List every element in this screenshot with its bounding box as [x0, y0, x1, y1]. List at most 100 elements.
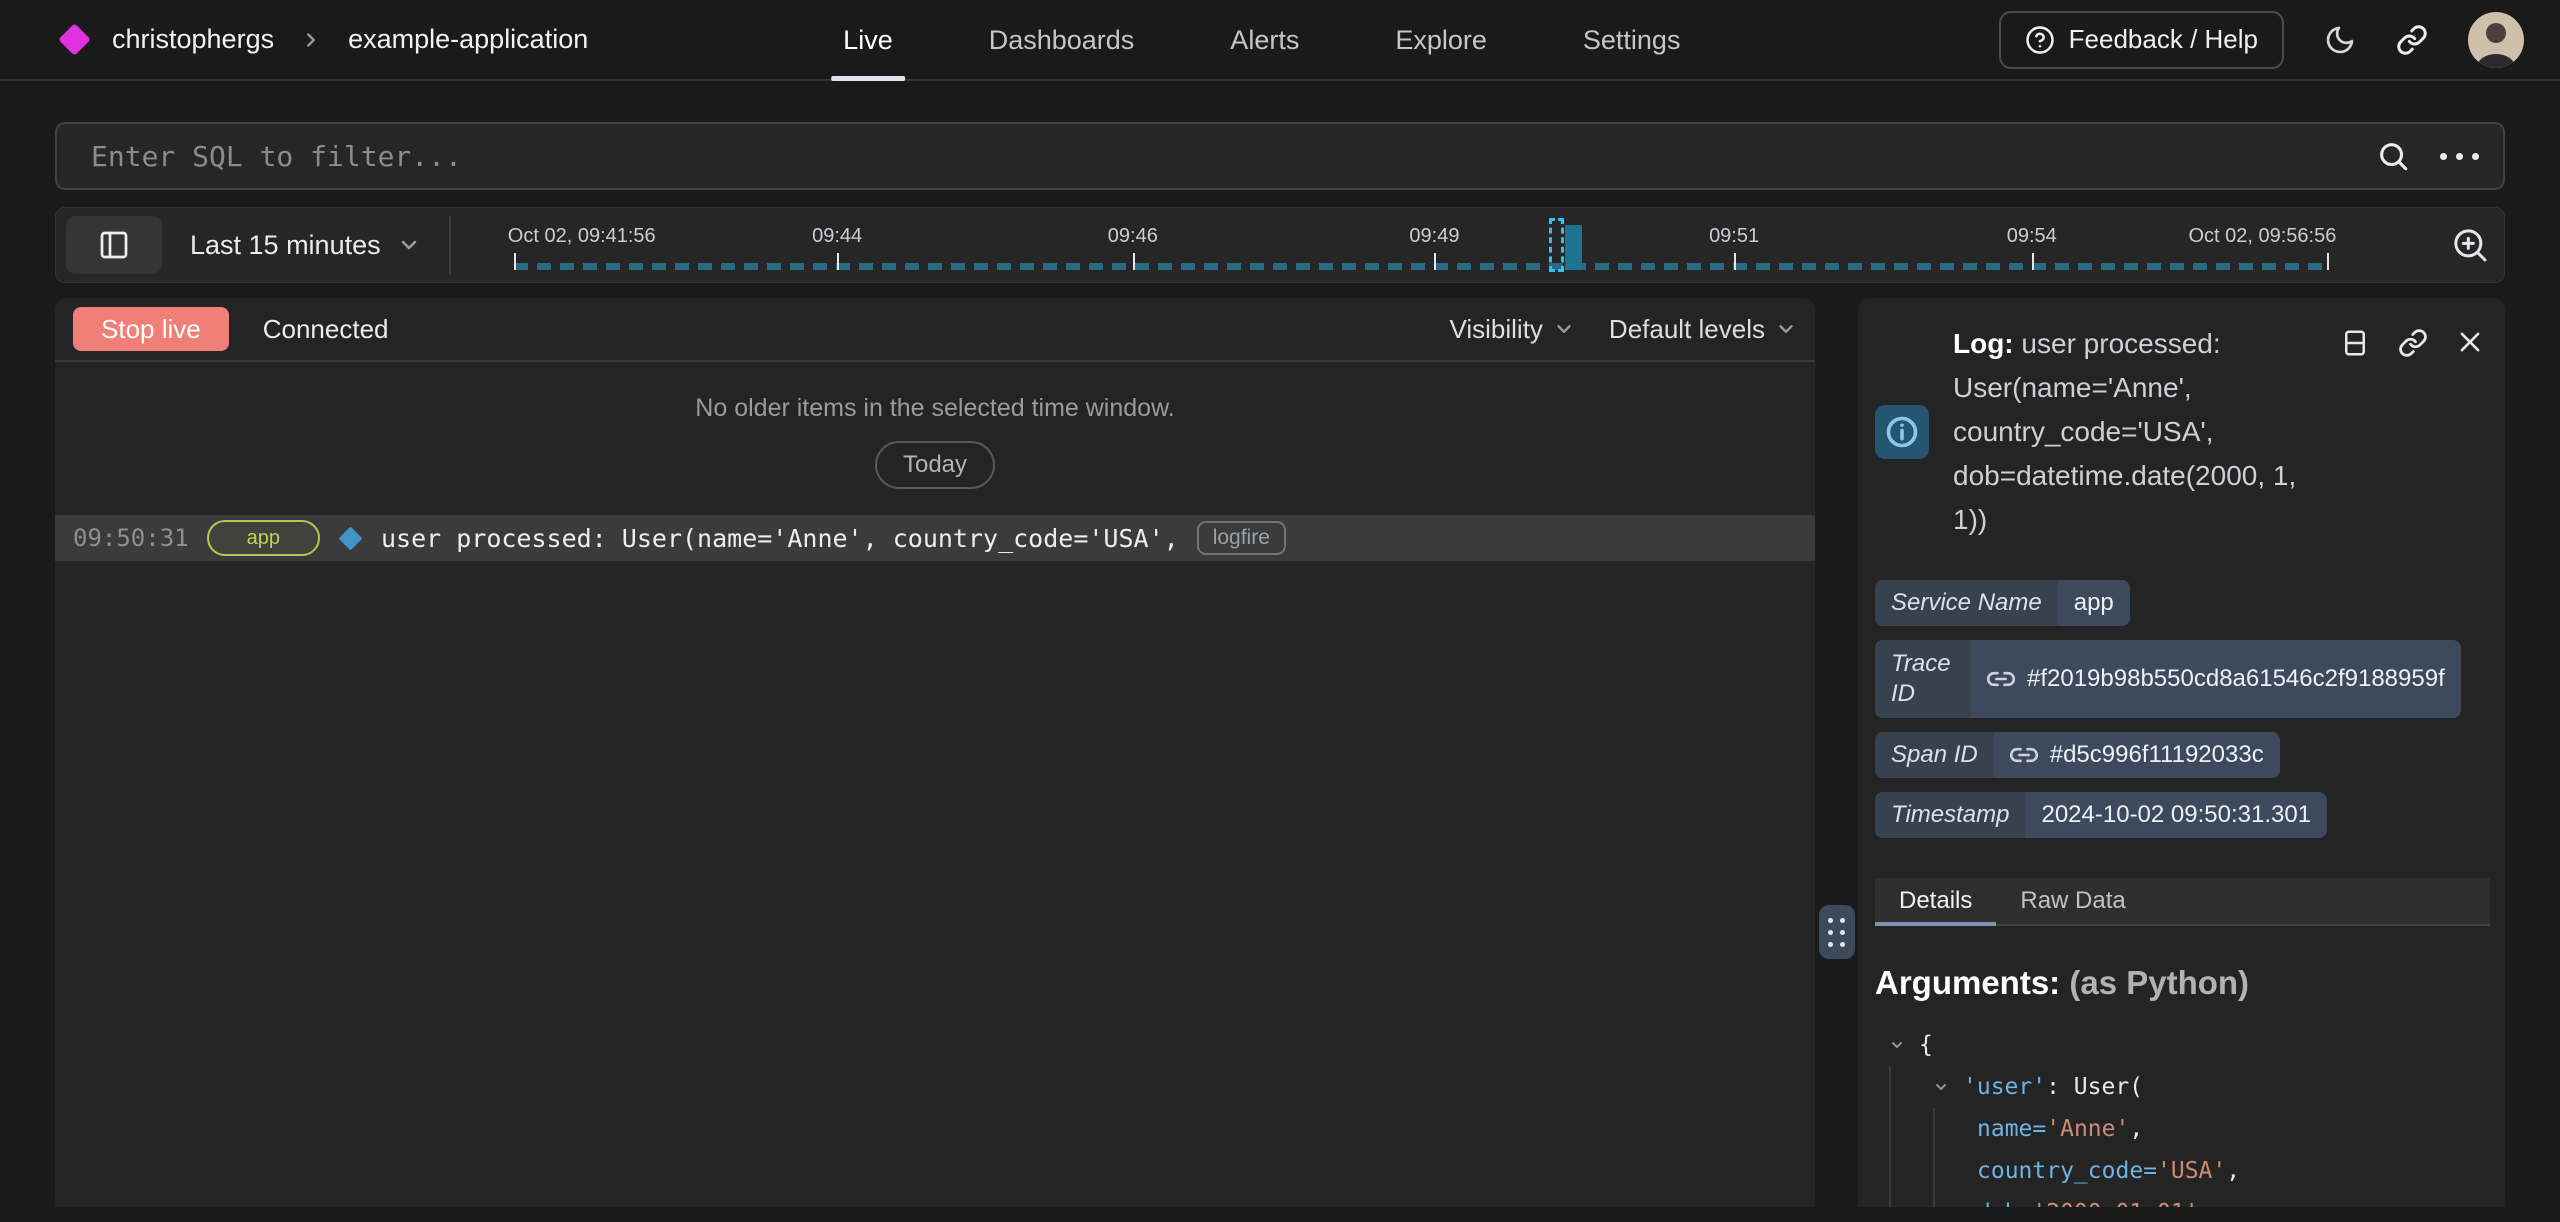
rows-icon[interactable] — [2340, 328, 2370, 358]
log-row[interactable]: 09:50:31 app user processed: User(name='… — [55, 515, 1815, 561]
code-token: dob= — [1977, 1200, 2032, 1207]
more-options-icon[interactable] — [2440, 153, 2479, 160]
detail-header: Log: user processed: User(name='Anne', c… — [1875, 322, 2490, 542]
timeline-plot[interactable]: Oct 02, 09:41:5609:4409:4609:4909:5109:5… — [459, 208, 2430, 282]
attribute-trace-id[interactable]: Trace ID #f2019b98b550cd8a61546c2f918895… — [1875, 640, 2461, 718]
breadcrumb-project[interactable]: example-application — [348, 24, 588, 55]
detail-title-prefix: Log: — [1953, 328, 2014, 359]
nav-tab-settings[interactable]: Settings — [1547, 0, 1717, 81]
close-icon[interactable] — [2456, 328, 2484, 358]
timeline-tick — [1133, 253, 1135, 270]
breadcrumb: christophergs example-application — [57, 24, 588, 55]
zoom-in-button[interactable] — [2450, 225, 2490, 265]
dark-mode-icon — [2324, 24, 2356, 56]
nav-tab-alerts[interactable]: Alerts — [1194, 0, 1335, 81]
avatar-head — [2486, 23, 2506, 43]
chevron-down-icon — [1553, 318, 1575, 340]
code-token: name= — [1977, 1116, 2046, 1142]
nav-tab-live[interactable]: Live — [807, 0, 929, 81]
indent-guide — [1889, 1192, 1933, 1207]
attribute-label: Timestamp — [1875, 792, 2025, 838]
attribute-span-id[interactable]: Span ID #d5c996f11192033c — [1875, 732, 2280, 778]
drag-handle-icon[interactable] — [1819, 905, 1855, 959]
attribute-value-text: #f2019b98b550cd8a61546c2f9188959f — [2027, 665, 2445, 693]
sidebar-toggle-icon — [98, 229, 130, 261]
time-range-label: Last 15 minutes — [190, 230, 381, 261]
code-token: country_code= — [1977, 1158, 2157, 1184]
attribute-value-text: 2024-10-02 09:50:31.301 — [2041, 801, 2311, 829]
attribute-timestamp[interactable]: Timestamp 2024-10-02 09:50:31.301 — [1875, 792, 2327, 838]
indent-guide — [1889, 1108, 1933, 1150]
code-token: '2000-01-01' — [2032, 1200, 2198, 1207]
scope-badge[interactable]: logfire — [1197, 521, 1286, 555]
link-icon[interactable] — [2010, 741, 2038, 769]
search-icon[interactable] — [2376, 139, 2410, 173]
attribute-label: Span ID — [1875, 732, 1994, 778]
user-avatar[interactable] — [2468, 12, 2524, 68]
code-line-4: country_code='USA', — [1875, 1150, 2490, 1192]
main-nav: Live Dashboards Alerts Explore Settings — [807, 0, 1716, 81]
indent-guide — [1933, 1108, 1977, 1150]
code-token: : User( — [2046, 1074, 2143, 1100]
timeline-baseline — [514, 263, 2328, 270]
collapse-caret-icon[interactable] — [1889, 1037, 1919, 1053]
level-diamond-icon — [338, 526, 362, 550]
live-toolbar: Stop live Connected Visibility Default l… — [55, 298, 1815, 362]
detail-header-actions — [2340, 328, 2484, 358]
service-badge[interactable]: app — [207, 520, 320, 556]
today-button[interactable]: Today — [875, 441, 995, 489]
timeline-tick — [514, 253, 516, 270]
sidebar-toggle-button[interactable] — [66, 216, 162, 274]
attribute-service-name[interactable]: Service Name app — [1875, 580, 2130, 626]
dark-mode-toggle[interactable] — [2324, 24, 2356, 56]
breadcrumb-chevron-icon — [300, 29, 322, 51]
attribute-list: Service Name app Trace ID #f2019b98b550cd8… — [1875, 580, 2490, 838]
tab-details[interactable]: Details — [1875, 878, 1996, 924]
indent-guide — [1889, 1066, 1933, 1108]
timeline-tick — [1734, 253, 1736, 270]
attribute-value-text: #d5c996f11192033c — [2050, 741, 2264, 769]
stop-live-button[interactable]: Stop live — [73, 307, 229, 351]
collapse-caret-icon[interactable] — [1933, 1079, 1963, 1095]
timeline-tick-label: 09:51 — [1709, 225, 1759, 248]
share-link-button[interactable] — [2396, 24, 2428, 56]
info-icon — [1875, 405, 1929, 459]
code-line-5: dob='2000-01-01', — [1875, 1192, 2490, 1207]
logfire-logo-icon[interactable] — [58, 23, 91, 56]
feedback-help-button[interactable]: Feedback / Help — [1999, 11, 2284, 69]
link-icon[interactable] — [1987, 665, 2015, 693]
zoom-in-icon — [2450, 225, 2490, 265]
indent-guide — [1889, 1150, 1933, 1192]
content-row: Stop live Connected Visibility Default l… — [55, 298, 2505, 1207]
detail-title-text: user processed: User(name='Anne', countr… — [1953, 328, 2296, 535]
live-log-panel: Stop live Connected Visibility Default l… — [55, 298, 1815, 1207]
timeline-tick-label: 09:44 — [812, 225, 862, 248]
default-levels-dropdown[interactable]: Default levels — [1609, 314, 1797, 345]
breadcrumb-org[interactable]: christophergs — [112, 24, 274, 55]
log-message: user processed: User(name='Anne', countr… — [381, 524, 1179, 553]
app-header: christophergs example-application Live Da… — [0, 0, 2560, 81]
avatar-body — [2477, 54, 2515, 68]
empty-window-message: No older items in the selected time wind… — [695, 394, 1174, 423]
time-range-dropdown[interactable]: Last 15 minutes — [190, 230, 421, 261]
code-line-2: 'user': User( — [1875, 1066, 2490, 1108]
attribute-value-text: app — [2074, 589, 2114, 617]
tab-raw-data[interactable]: Raw Data — [1996, 878, 2149, 924]
timeline-tick — [2032, 253, 2034, 270]
timeline-divider — [449, 216, 451, 274]
sql-filter-input[interactable] — [91, 140, 2376, 173]
timeline-tick — [2327, 253, 2329, 270]
timeline-tick — [1434, 253, 1436, 270]
detail-panel: Log: user processed: User(name='Anne', c… — [1858, 298, 2505, 1207]
arguments-heading: Arguments: (as Python) — [1875, 964, 2490, 1002]
visibility-dropdown[interactable]: Visibility — [1449, 314, 1574, 345]
nav-tab-dashboards[interactable]: Dashboards — [953, 0, 1171, 81]
timeline-bar: Last 15 minutes Oct 02, 09:41:5609:4409:… — [55, 207, 2505, 283]
link-icon[interactable] — [2398, 328, 2428, 358]
nav-tab-explore[interactable]: Explore — [1359, 0, 1523, 81]
attribute-label: Trace ID — [1875, 640, 1971, 718]
code-token: , — [2226, 1158, 2240, 1184]
code-token: { — [1919, 1032, 1933, 1058]
header-actions: Feedback / Help — [1999, 11, 2524, 69]
attribute-label: Service Name — [1875, 580, 2058, 626]
